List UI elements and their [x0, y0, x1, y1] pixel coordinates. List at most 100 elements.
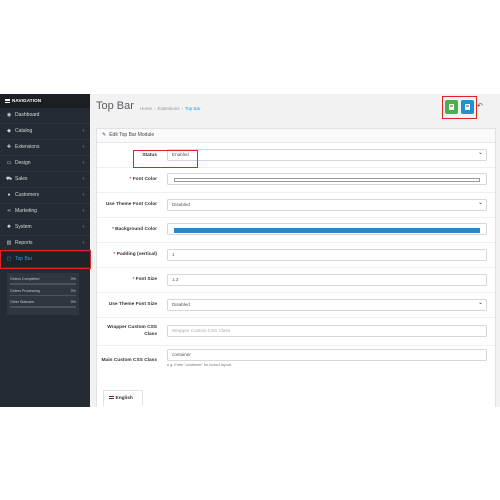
user-icon: ● — [7, 192, 11, 198]
breadcrumb-top-bar[interactable]: Top Bar — [185, 106, 201, 111]
wrapper-css-label: Wrapper Custom CSS Class — [107, 325, 157, 337]
wrapper-css-row: Wrapper Custom CSS Class Wrapper Custom … — [97, 317, 495, 346]
use-theme-font-color-row: Use Theme Font Color Disabled — [97, 192, 495, 218]
background-color-picker[interactable] — [167, 223, 487, 235]
field-label-text: Font Size — [135, 277, 157, 282]
chevron-right-icon: › — [82, 176, 84, 182]
page-title: Top Bar — [96, 100, 134, 112]
chevron-right-icon: › — [82, 144, 84, 150]
tab-english[interactable]: English — [103, 390, 143, 406]
uk-flag-icon — [109, 395, 114, 400]
main-css-hint: e.g. Enter "container" for boxed layout. — [167, 363, 232, 367]
progress-bar — [10, 306, 76, 308]
padding-vertical-row: * Padding (vertical) 1 — [97, 242, 495, 268]
puzzle-icon: ✚ — [6, 144, 12, 150]
sidebar-item-label: System — [15, 224, 32, 230]
sidebar-item-extensions[interactable]: ✚ Extensions › — [0, 140, 90, 156]
progress-bar — [10, 294, 76, 296]
required-marker: * — [129, 177, 132, 182]
chevron-right-icon: › — [82, 192, 84, 198]
sidebar-item-label: Marketing — [15, 208, 37, 214]
sidebar-item-catalog[interactable]: ◆ Catalog › — [0, 124, 90, 140]
cog-icon: ✹ — [6, 224, 12, 230]
sidebar-item-label: Design — [15, 160, 31, 166]
font-size-row: * Font Size 1.3 — [97, 267, 495, 293]
breadcrumb-separator: › — [181, 106, 184, 111]
stat-orders-completed: Orders Completed 0% — [10, 277, 76, 285]
breadcrumb-separator: › — [154, 106, 156, 111]
stat-label: Orders Processing — [10, 288, 40, 293]
field-label-text: Font Color — [132, 177, 157, 182]
font-size-label: * Font Size — [97, 277, 157, 282]
font-color-picker[interactable] — [167, 173, 487, 185]
sidebar-item-system[interactable]: ✹ System › — [0, 220, 90, 236]
navigation-header-label: NAVIGATION — [12, 98, 42, 103]
use-theme-font-color-select[interactable]: Disabled — [167, 198, 487, 211]
main-css-row: Main Custom CSS Class container e.g. Ent… — [97, 345, 495, 383]
background-color-label: * Background Color — [97, 227, 157, 232]
highlight-status-field — [133, 150, 198, 168]
sidebar-item-design[interactable]: ▭ Design › — [0, 156, 90, 172]
wrapper-css-input[interactable]: Wrapper Custom CSS Class — [167, 325, 487, 337]
stat-label: Other Statuses — [10, 300, 34, 304]
chevron-right-icon: › — [82, 160, 84, 166]
chevron-right-icon: › — [82, 208, 84, 214]
sidebar-item-label: Sales — [15, 176, 28, 182]
sidebar-item-label: Catalog — [15, 128, 33, 134]
tag-icon: ◆ — [7, 128, 11, 134]
sidebar-item-dashboard[interactable]: ◉ Dashboard — [0, 108, 90, 124]
sidebar-item-label: Dashboard — [15, 112, 40, 118]
background-color-row: * Background Color — [97, 217, 495, 243]
dashboard-icon: ◉ — [6, 112, 12, 118]
share-icon: ⋖ — [6, 208, 12, 214]
font-size-input[interactable]: 1.3 — [167, 274, 487, 286]
sidebar-item-label: Customers — [15, 192, 40, 198]
required-marker: * — [111, 227, 114, 232]
progress-bar — [10, 283, 76, 285]
sidebar-item-customers[interactable]: ● Customers › — [0, 188, 90, 204]
cart-icon: ⛟ — [6, 176, 13, 182]
admin-app: NAVIGATION ◉ Dashboard ◆ Catalog › ✚ Extensi… — [0, 94, 500, 407]
tab-label: English — [115, 396, 133, 401]
breadcrumb: Home › Extensions › Top Bar — [140, 106, 201, 111]
stat-value: 0% — [70, 277, 76, 281]
use-theme-font-size-select[interactable]: Disabled — [167, 298, 487, 311]
field-label-text: Background Color — [115, 227, 157, 232]
breadcrumb-home[interactable]: Home — [140, 106, 152, 111]
background-color-swatch — [174, 227, 480, 233]
status-select[interactable]: Enabled — [167, 148, 487, 161]
font-color-row: * Font Color — [97, 167, 495, 193]
padding-vertical-label: * Padding (vertical) — [97, 252, 157, 257]
main-content: Top Bar Home › Extensions › Top Bar ↶ ✎ Edit … — [90, 94, 500, 407]
main-css-label: Main Custom CSS Class — [101, 358, 157, 363]
main-css-input[interactable]: container — [167, 349, 487, 361]
panel-header: ✎ Edit Top Bar Module — [97, 129, 495, 143]
sidebar-item-label: Reports — [15, 240, 33, 246]
font-color-label: * Font Color — [97, 177, 157, 182]
required-marker: * — [132, 277, 135, 282]
padding-vertical-input[interactable]: 1 — [167, 249, 487, 261]
panel-title: Edit Top Bar Module — [109, 132, 155, 138]
pencil-icon: ✎ — [102, 132, 107, 138]
chevron-right-icon: › — [82, 128, 84, 134]
breadcrumb-extensions[interactable]: Extensions — [158, 106, 180, 111]
stat-orders-processing: Orders Processing 0% — [10, 288, 76, 296]
sidebar-item-marketing[interactable]: ⋖ Marketing › — [0, 204, 90, 220]
chevron-right-icon: › — [82, 240, 84, 246]
monitor-icon: ▭ — [6, 160, 12, 166]
menu-icon[interactable] — [5, 98, 10, 103]
sidebar-item-sales[interactable]: ⛟ Sales › — [0, 172, 90, 188]
stat-other-statuses: Other Statuses 0% — [10, 300, 76, 308]
back-button[interactable]: ↶ — [477, 102, 483, 110]
chevron-right-icon: › — [82, 224, 84, 230]
use-theme-font-color-label: Use Theme Font Color — [105, 202, 157, 207]
back-arrow-icon: ↶ — [477, 103, 483, 110]
sidebar-item-label: Extensions — [15, 144, 40, 150]
stat-value: 0% — [70, 300, 76, 304]
stat-label: Orders Completed — [10, 277, 40, 281]
required-marker: * — [113, 252, 116, 257]
stat-value: 0% — [70, 288, 76, 293]
order-stats: Orders Completed 0% Orders Processing 0% O… — [7, 273, 79, 315]
edit-module-panel: ✎Edit Top Bar Module Status Enabled * Fo… — [96, 128, 496, 407]
bar-chart-icon: ▥ — [6, 240, 12, 246]
